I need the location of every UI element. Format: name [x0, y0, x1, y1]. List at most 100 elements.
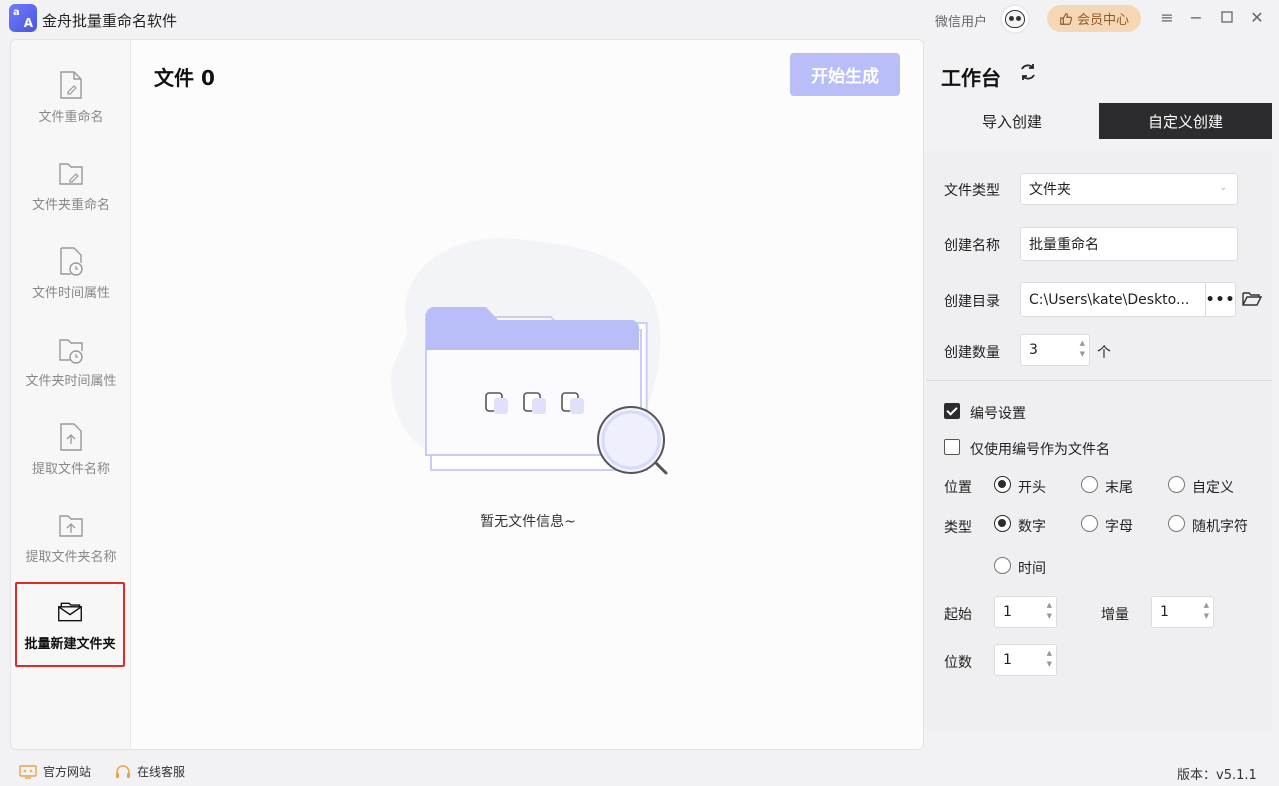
type-option-label: 字母	[1105, 519, 1133, 535]
create-dir-input[interactable]: C:\Users\kate\Deskto...	[1020, 282, 1206, 317]
sidebar-item-label: 文件时间属性	[31, 285, 110, 301]
app-logo: a A	[9, 4, 37, 32]
folder-edit-icon	[59, 162, 83, 185]
create-name-value: 批量重命名	[1029, 237, 1099, 253]
create-count-stepper[interactable]: 3 ▲ ▼	[1020, 334, 1090, 366]
vip-center-button[interactable]: 会员中心	[1047, 5, 1141, 32]
open-folder-icon[interactable]	[1242, 291, 1262, 307]
stepper-arrows-icon[interactable]: ▲ ▼	[1047, 648, 1052, 670]
official-website-link[interactable]: 官方网站	[19, 763, 91, 780]
custom-create-form: 文件类型 文件夹 ⌄ 创建名称 批量重命名 创建目录 C:\Users\kate…	[926, 151, 1272, 731]
chevron-down-icon: ⌄	[1219, 183, 1227, 193]
online-service-link[interactable]: 在线客服	[115, 763, 185, 780]
workspace-title: 工作台	[941, 66, 1001, 90]
position-option-label: 末尾	[1105, 480, 1133, 496]
create-count-label: 创建数量	[944, 345, 1000, 361]
version-number: v5.1.1	[1216, 768, 1257, 783]
create-name-label: 创建名称	[944, 238, 1000, 254]
file-count: 0	[200, 66, 215, 90]
files-title-label: 文件	[154, 66, 194, 90]
version-info: 版本：v5.1.1	[1177, 764, 1257, 783]
numbering-label: 编号设置	[970, 406, 1026, 422]
app-title: 金舟批量重命名软件	[42, 12, 178, 30]
increment-value: 1	[1160, 604, 1169, 620]
browse-more-button[interactable]: •••	[1206, 282, 1236, 317]
file-edit-icon	[60, 70, 82, 99]
type-random-radio[interactable]	[1168, 515, 1185, 532]
menu-icon[interactable]: ≡	[1158, 9, 1176, 27]
type-option-label: 时间	[1018, 561, 1046, 577]
type-letter-radio[interactable]	[1081, 515, 1098, 532]
workspace-panel: 工作台 导入创建 自定义创建 文件类型 文件夹 ⌄ 创建名称 批量重命名 创建目…	[924, 39, 1279, 750]
digits-stepper[interactable]: 1 ▲ ▼	[994, 644, 1057, 676]
stepper-arrows-icon[interactable]: ▲ ▼	[1080, 338, 1085, 360]
numbering-checkbox[interactable]	[944, 403, 960, 419]
stepper-arrows-icon[interactable]: ▲ ▼	[1204, 600, 1209, 622]
position-custom-radio[interactable]	[1168, 476, 1185, 493]
position-option-label: 开头	[1018, 480, 1046, 496]
start-stepper[interactable]: 1 ▲ ▼	[994, 596, 1057, 628]
start-generate-button[interactable]: 开始生成	[790, 53, 900, 96]
file-type-value: 文件夹	[1029, 182, 1071, 198]
position-start-radio[interactable]	[994, 476, 1011, 493]
create-count-value: 3	[1029, 342, 1038, 358]
monitor-icon	[19, 764, 37, 779]
headset-icon	[116, 764, 130, 778]
sidebar-item-folder-time[interactable]: 文件夹时间属性	[11, 321, 131, 401]
digits-value: 1	[1003, 652, 1012, 668]
online-service-label: 在线客服	[137, 765, 186, 779]
vip-center-label: 会员中心	[1076, 13, 1129, 28]
title-bar: a A 金舟批量重命名软件 微信用户 会员中心 ≡ − ✕	[0, 0, 1279, 38]
create-count-unit: 个	[1097, 345, 1111, 361]
create-dir-label: 创建目录	[944, 294, 1000, 310]
refresh-icon[interactable]	[1018, 62, 1038, 82]
minimize-icon[interactable]: −	[1187, 9, 1205, 27]
sidebar-item-label: 文件重命名	[38, 109, 104, 125]
sidebar-item-label: 文件夹时间属性	[25, 373, 117, 389]
file-clock-icon	[60, 246, 83, 276]
version-prefix: 版本：	[1177, 768, 1217, 783]
empty-folder-illustration	[390, 238, 668, 475]
close-icon[interactable]: ✕	[1248, 9, 1266, 27]
type-number-radio[interactable]	[994, 515, 1011, 532]
digits-label: 位数	[944, 655, 972, 671]
create-dir-value: C:\Users\kate\Deskto...	[1029, 291, 1190, 308]
type-option-label: 随机字符	[1192, 519, 1248, 535]
create-name-input[interactable]: 批量重命名	[1020, 227, 1238, 261]
start-value: 1	[1003, 604, 1012, 620]
position-end-radio[interactable]	[1081, 476, 1098, 493]
sidebar-item-label: 提取文件名称	[31, 461, 110, 477]
sidebar-item-extract-file-name[interactable]: 提取文件名称	[11, 409, 131, 489]
page-title: 文件 0	[154, 62, 215, 91]
increment-stepper[interactable]: 1 ▲ ▼	[1151, 596, 1214, 628]
type-time-radio[interactable]	[994, 557, 1011, 574]
official-website-label: 官方网站	[43, 765, 92, 779]
panda-avatar-icon	[1005, 10, 1025, 28]
only-number-checkbox[interactable]	[944, 439, 960, 455]
new-folders-icon	[58, 602, 82, 622]
user-name[interactable]: 微信用户	[935, 11, 987, 30]
sidebar-item-file-time[interactable]: 文件时间属性	[11, 233, 131, 313]
empty-state-text: 暂无文件信息~	[480, 514, 576, 530]
maximize-icon[interactable]	[1218, 9, 1236, 27]
type-label: 类型	[944, 520, 972, 536]
sidebar-item-folder-rename[interactable]: 文件夹重命名	[11, 145, 131, 225]
sidebar-item-extract-folder-name[interactable]: 提取文件夹名称	[11, 497, 131, 577]
stepper-arrows-icon[interactable]: ▲ ▼	[1047, 600, 1052, 622]
avatar[interactable]	[1000, 4, 1030, 34]
file-type-select[interactable]: 文件夹 ⌄	[1020, 173, 1238, 205]
tab-import-create[interactable]: 导入创建	[926, 103, 1098, 139]
folder-upload-icon	[59, 514, 83, 537]
file-upload-icon	[60, 422, 82, 451]
increment-label: 增量	[1101, 607, 1129, 623]
sidebar-item-file-rename[interactable]: 文件重命名	[11, 57, 131, 137]
sidebar-item-label: 批量新建文件夹	[24, 637, 116, 652]
tab-custom-create[interactable]: 自定义创建	[1099, 103, 1272, 139]
only-number-label: 仅使用编号作为文件名	[970, 442, 1110, 458]
type-option-label: 数字	[1018, 519, 1046, 535]
file-type-label: 文件类型	[944, 183, 1000, 199]
sidebar-item-label: 文件夹重命名	[31, 197, 110, 213]
sidebar-item-batch-new-folder[interactable]: 批量新建文件夹	[15, 582, 125, 667]
position-label: 位置	[944, 480, 972, 496]
sidebar: 文件重命名 文件夹重命名 文件时间属性 文件夹时间属性 提取文件名称 提取文件夹…	[10, 39, 130, 750]
